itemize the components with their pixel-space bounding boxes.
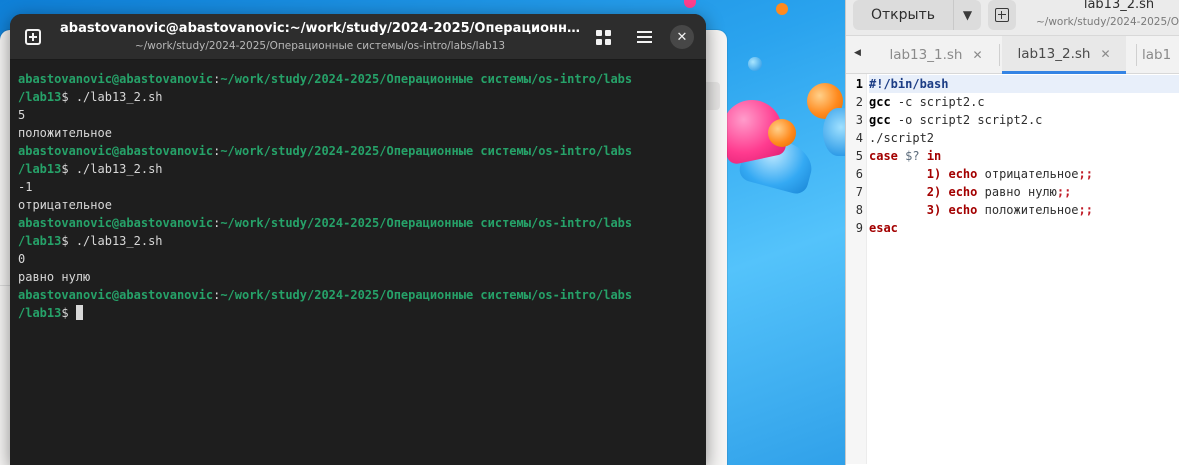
background-window-divider (0, 285, 10, 286)
code-line: gcc -o script2 script2.c (869, 113, 1043, 127)
prompt-line: /lab13$ ./lab13_2.sh (18, 234, 163, 248)
editor-tab-bar: ◀ lab13_1.sh ✕ lab13_2.sh ✕ lab1 (846, 36, 1179, 74)
close-icon[interactable]: ✕ (972, 48, 982, 62)
code-line: ./script2 (869, 131, 935, 145)
menu-icon[interactable] (629, 22, 659, 52)
line-number: 9 (855, 221, 863, 235)
line-number-gutter: 1 2 3 4 5 6 7 8 9 (846, 74, 867, 464)
terminal-window[interactable]: abastovanovic@abastovanovic:~/work/study… (10, 14, 706, 465)
text-editor-window[interactable]: Открыть ▼ lab13_2.sh ~/work/study/2024-2… (845, 0, 1179, 465)
input-line: -1 (18, 180, 33, 194)
tab-divider (1136, 44, 1137, 66)
command-text: ./lab13_2.sh (75, 162, 163, 176)
tab-lab13-1[interactable]: lab13_1.sh ✕ (876, 36, 996, 74)
code-text[interactable]: #!/bin/bash gcc -c script2.c gcc -o script… (869, 75, 1179, 237)
chevron-down-icon[interactable]: ▼ (953, 0, 981, 30)
close-icon[interactable]: ✕ (1100, 47, 1110, 61)
prompt-line: abastovanovic@abastovanovic:~/work/study… (18, 72, 633, 86)
line-number: 8 (855, 203, 863, 217)
tab-divider (999, 44, 1000, 66)
scroll-left-icon[interactable]: ◀ (854, 48, 861, 58)
tab-lab1[interactable]: lab1 (1142, 36, 1179, 74)
tab-label: lab1 (1142, 47, 1172, 63)
prompt-line: abastovanovic@abastovanovic:~/work/study… (18, 144, 633, 158)
terminal-title: abastovanovic@abastovanovic:~/work/study… (60, 21, 580, 36)
command-text: ./lab13_2.sh (75, 90, 163, 104)
output-line: положительное (18, 126, 112, 140)
code-line: 1) echo отрицательное;; (926, 167, 1093, 181)
wallpaper-bubble (748, 57, 762, 71)
editor-title: lab13_2.sh (1083, 0, 1155, 12)
wallpaper-bubble (776, 3, 788, 15)
wallpaper-bubble (684, 0, 696, 8)
input-line: 0 (18, 252, 26, 266)
new-document-icon[interactable] (988, 0, 1016, 30)
prompt-line: abastovanovic@abastovanovic:~/work/study… (18, 288, 633, 302)
open-button[interactable]: Открыть (853, 0, 953, 30)
line-number: 6 (855, 167, 863, 181)
code-line: gcc -c script2.c (869, 95, 985, 109)
line-number: 3 (855, 113, 863, 127)
prompt-line: /lab13$ ./lab13_2.sh (18, 162, 163, 176)
command-text: ./lab13_2.sh (75, 234, 163, 248)
tab-overview-icon[interactable] (588, 22, 618, 52)
editor-header: Открыть ▼ lab13_2.sh ~/work/study/2024-2… (846, 0, 1179, 36)
line-number: 5 (855, 149, 863, 163)
terminal-output[interactable]: abastovanovic@abastovanovic:~/work/study… (10, 60, 706, 322)
line-number: 1 (855, 77, 863, 91)
terminal-header[interactable]: abastovanovic@abastovanovic:~/work/study… (10, 14, 706, 60)
line-number: 7 (855, 185, 863, 199)
tab-label: lab13_1.sh (889, 47, 963, 63)
terminal-subtitle: ~/work/study/2024-2025/Операционные сист… (134, 40, 506, 52)
tab-label: lab13_2.sh (1017, 45, 1091, 62)
line-number: 4 (855, 131, 863, 145)
output-line: отрицательное (18, 198, 112, 212)
text-cursor (75, 305, 83, 320)
output-line: равно нулю (18, 270, 91, 284)
code-line: 2) echo равно нулю;; (926, 185, 1072, 199)
tab-lab13-2[interactable]: lab13_2.sh ✕ (1002, 36, 1126, 74)
input-line: 5 (18, 108, 26, 122)
wallpaper-bubble (768, 119, 796, 147)
code-line: case $? in (869, 149, 942, 163)
prompt-line: /lab13$ (18, 304, 706, 322)
code-line: esac (869, 221, 898, 235)
close-icon[interactable]: ✕ (670, 25, 694, 49)
code-line: 3) echo положительное;; (926, 203, 1093, 217)
line-number: 2 (855, 95, 863, 109)
editor-subtitle: ~/work/study/2024-2025/Опе (1036, 16, 1179, 28)
prompt-line: abastovanovic@abastovanovic:~/work/study… (18, 216, 633, 230)
prompt-line: /lab13$ ./lab13_2.sh (18, 90, 163, 104)
new-tab-icon[interactable] (18, 22, 48, 52)
code-line: #!/bin/bash (869, 75, 1179, 93)
